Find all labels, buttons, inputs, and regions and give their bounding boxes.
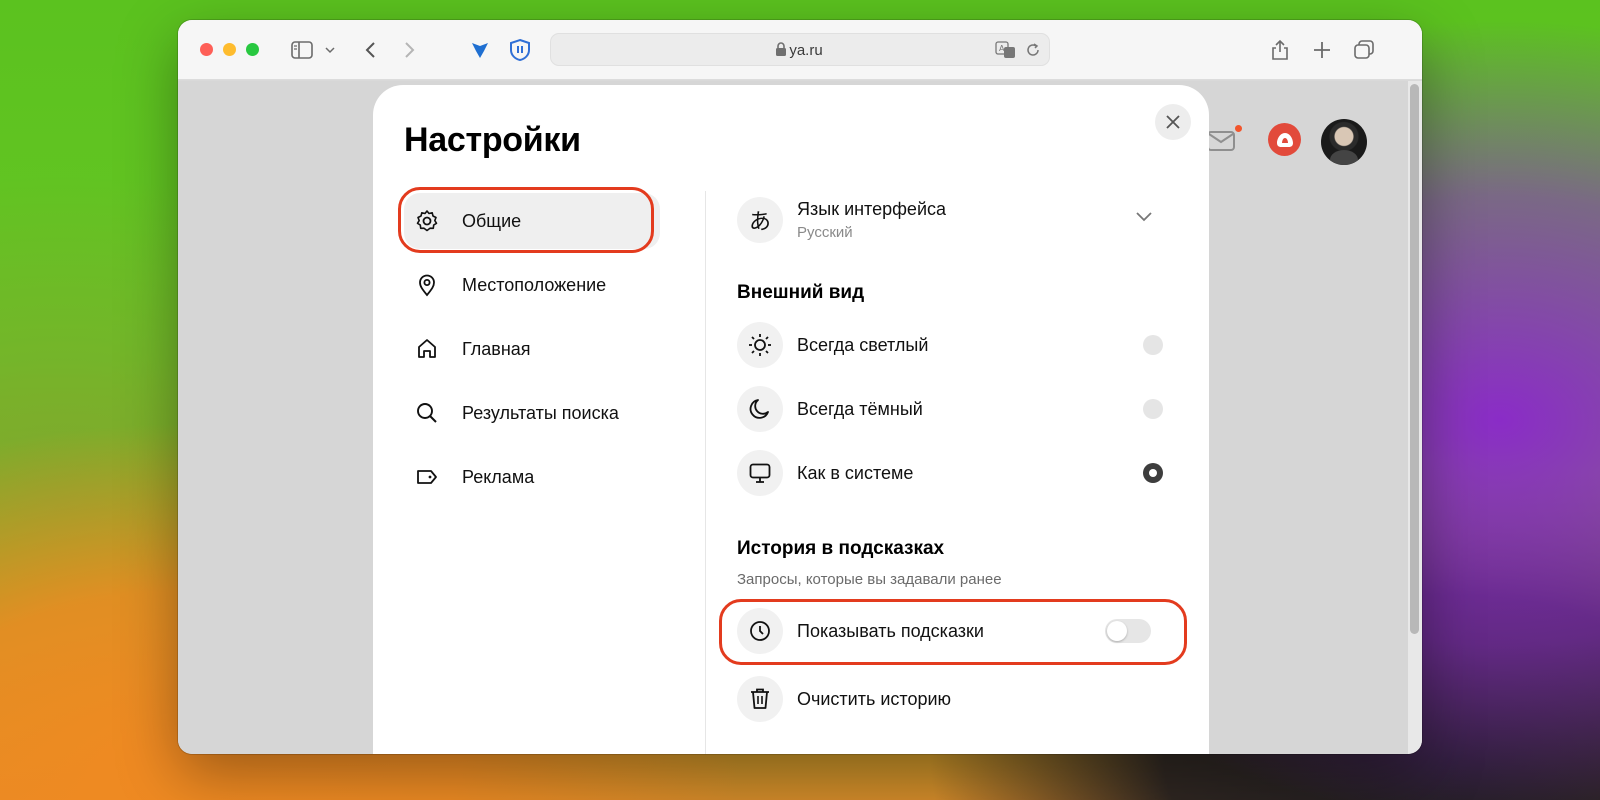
nav-item-label: Местоположение [462,274,607,295]
language-icon: あ [737,197,783,243]
page-title: Настройки [404,121,581,159]
close-window-button[interactable] [200,43,213,56]
search-icon [414,400,440,426]
theme-radio-dark[interactable] [1143,399,1163,419]
chevron-down-icon[interactable] [1135,210,1153,228]
settings-modal: Настройки Общие Местоположение Главная Р… [373,85,1209,754]
theme-option-dark[interactable]: Всегда тёмный [737,385,1163,433]
language-label: Язык интерфейса [797,199,947,219]
url-text: ya.ru [789,42,823,59]
nav-item-label: Главная [462,338,531,359]
chevron-down-icon[interactable] [318,38,342,62]
page-content: Настройки Общие Местоположение Главная Р… [178,81,1408,754]
svg-text:A: A [999,44,1005,53]
show-hints-toggle[interactable] [1105,619,1151,643]
browser-toolbar: ya.ru A [178,20,1422,80]
plus-icon[interactable] [1310,38,1334,62]
clear-history-label: Очистить историю [797,688,952,709]
language-row[interactable]: あ Язык интерфейса Русский [737,196,1163,244]
reload-icon[interactable] [1025,42,1041,63]
forward-icon[interactable] [398,38,422,62]
home-icon [414,336,440,362]
scrollbar[interactable] [1410,84,1419,634]
browser-window: ya.ru A Настройки Общие Местоположение Г… [178,20,1422,754]
monitor-icon [737,450,783,496]
theme-radio-system[interactable] [1143,463,1163,483]
nav-item-location[interactable]: Местоположение [404,257,660,313]
clock-icon [737,608,783,654]
history-title: История в подсказках [737,538,945,559]
avatar[interactable] [1321,119,1367,165]
nav-item-label: Общие [462,210,522,231]
location-pin-icon [414,272,440,298]
appearance-title: Внешний вид [737,282,865,303]
zoom-window-button[interactable] [246,43,259,56]
mail-badge [1235,125,1242,132]
history-subtitle: Запросы, которые вы задавали ранее [737,571,1002,588]
ad-tag-icon [414,464,440,490]
show-hints-label: Показывать подсказки [797,620,984,641]
translate-icon[interactable]: A [995,41,1017,64]
theme-radio-light[interactable] [1143,335,1163,355]
back-icon[interactable] [358,38,382,62]
moon-icon [737,386,783,432]
theme-label: Как в системе [797,462,914,483]
nav-item-label: Реклама [462,466,535,487]
sun-icon [737,322,783,368]
tabs-icon[interactable] [1352,38,1376,62]
trash-icon [737,676,783,722]
nav-item-search-results[interactable]: Результаты поиска [404,385,660,441]
theme-option-light[interactable]: Всегда светлый [737,321,1163,369]
nav-item-ads[interactable]: Реклама [404,449,660,505]
theme-label: Всегда тёмный [797,398,923,419]
clear-history-row[interactable]: Очистить историю [737,675,1163,723]
sidebar-icon[interactable] [290,38,314,62]
theme-option-system[interactable]: Как в системе [737,449,1163,497]
gear-icon [414,208,440,234]
close-button[interactable] [1155,104,1191,140]
address-bar[interactable]: ya.ru A [550,33,1050,66]
minimize-window-button[interactable] [223,43,236,56]
nav-item-label: Результаты поиска [462,402,619,423]
extension-icon[interactable] [468,38,492,62]
theme-label: Всегда светлый [797,334,929,355]
alice-icon[interactable] [1268,123,1301,156]
divider [705,191,706,754]
show-hints-row[interactable]: Показывать подсказки [737,607,1163,655]
close-icon [1166,115,1180,129]
nav-item-general[interactable]: Общие [404,193,660,249]
mail-icon[interactable] [1206,129,1236,158]
nav-item-home[interactable]: Главная [404,321,660,377]
share-icon[interactable] [1268,38,1292,62]
shield-icon[interactable] [508,38,532,62]
language-value: Русский [797,224,853,241]
